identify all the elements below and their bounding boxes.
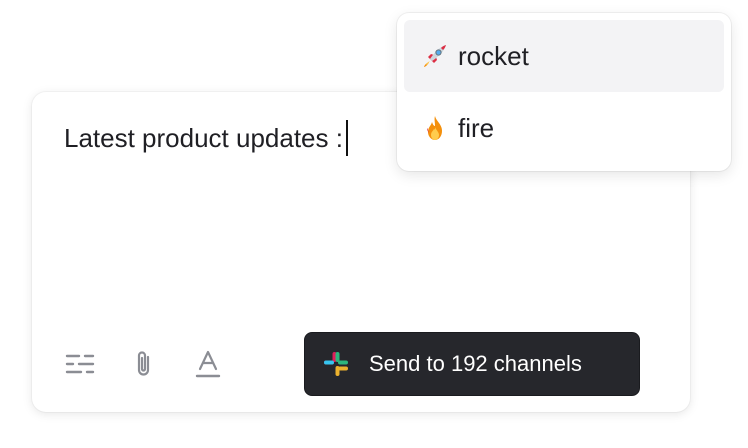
slack-logo-icon — [323, 351, 349, 377]
emoji-option-label: fire — [458, 112, 495, 143]
message-input[interactable]: Latest product updates : — [64, 120, 348, 156]
send-button[interactable]: Send to 192 channels — [304, 332, 640, 396]
text-cursor — [345, 120, 348, 156]
emoji-option-label: rocket — [458, 40, 529, 71]
message-text: Latest product updates : — [64, 123, 343, 153]
paperclip-icon[interactable] — [128, 348, 160, 380]
emoji-suggestion-dropdown: rocket fire — [397, 13, 731, 171]
emoji-option-rocket[interactable]: rocket — [404, 20, 724, 92]
send-button-label: Send to 192 channels — [369, 351, 582, 376]
text-format-icon[interactable] — [192, 348, 224, 380]
sliders-icon[interactable] — [64, 348, 96, 380]
fire-emoji-icon — [420, 113, 450, 143]
rocket-emoji-icon — [420, 41, 450, 71]
emoji-option-fire[interactable]: fire — [404, 92, 724, 164]
